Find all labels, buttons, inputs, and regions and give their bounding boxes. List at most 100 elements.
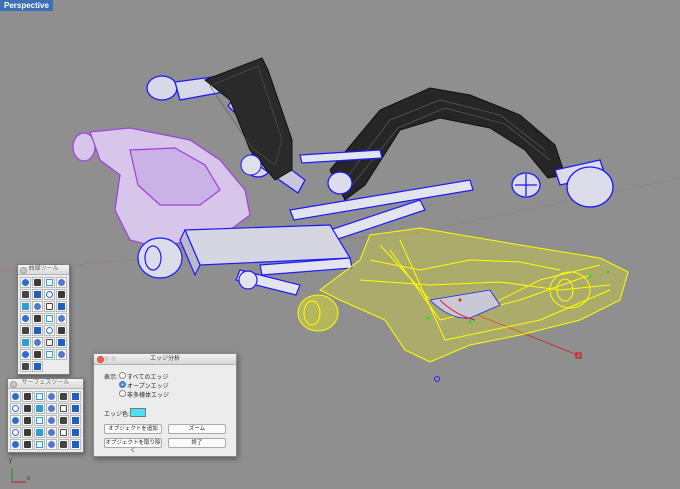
curve-glyph-icon (22, 303, 29, 310)
surface-tool-icon[interactable] (46, 391, 57, 402)
surface-tool-icon[interactable] (22, 427, 33, 438)
curve-tool-icon[interactable] (44, 289, 55, 300)
curve-tool-icon[interactable] (32, 289, 43, 300)
surface-tool-icon[interactable] (34, 439, 45, 450)
surface-tool-icon[interactable] (10, 403, 21, 414)
surface-tool-icon[interactable] (70, 403, 81, 414)
minimize-button[interactable] (104, 356, 109, 361)
curve-glyph-icon (22, 351, 29, 358)
blue-control-point (434, 376, 440, 382)
curve-tool-icon[interactable] (56, 313, 67, 324)
curve-glyph-icon (58, 291, 65, 298)
surface-tool-icon[interactable] (70, 439, 81, 450)
curve-tool-icon[interactable] (32, 361, 43, 372)
curve-tool-icon[interactable] (20, 301, 31, 312)
surface-tool-icon[interactable] (10, 415, 21, 426)
curve-tool-icon[interactable] (32, 313, 43, 324)
surface-tool-icon[interactable] (10, 427, 21, 438)
surface-tool-icon[interactable] (46, 403, 57, 414)
surface-tool-icon[interactable] (70, 391, 81, 402)
green-point (426, 316, 430, 320)
surface-tool-icon[interactable] (10, 439, 21, 450)
close-dialog-button[interactable]: 終了 (168, 438, 226, 448)
surface-tool-icon[interactable] (34, 427, 45, 438)
surface-tools-titlebar[interactable]: サーフェスツール (8, 379, 83, 389)
surface-tool-icon[interactable] (46, 439, 57, 450)
surface-tool-icon[interactable] (10, 391, 21, 402)
surface-tool-icon[interactable] (46, 427, 57, 438)
curve-tool-icon[interactable] (20, 289, 31, 300)
surface-tool-icon[interactable] (46, 415, 57, 426)
curve-glyph-icon (34, 351, 41, 358)
edge-analysis-dialog[interactable]: エッジ分析 表示: すべてのエッジ オープンエッジ 非多様体エッジ エッジ色: … (93, 353, 237, 457)
surface-glyph-icon (12, 417, 19, 424)
add-objects-button[interactable]: オブジェクトを追加 (104, 424, 162, 434)
surface-tools-palette[interactable]: サーフェスツール (7, 378, 84, 453)
curve-tool-icon[interactable] (20, 337, 31, 348)
dialog-titlebar[interactable]: エッジ分析 (94, 354, 236, 365)
radio-all-edges[interactable] (119, 372, 126, 379)
surface-tool-icon[interactable] (34, 403, 45, 414)
radio-non-manifold-edges[interactable] (119, 390, 126, 397)
curve-tool-icon[interactable] (20, 361, 31, 372)
surface-tool-icon[interactable] (58, 403, 69, 414)
surface-tool-icon[interactable] (58, 427, 69, 438)
curve-tool-icon[interactable] (32, 301, 43, 312)
curve-tool-icon[interactable] (44, 337, 55, 348)
curve-glyph-icon (34, 291, 41, 298)
curve-tools-palette[interactable]: 曲線ツール (17, 264, 70, 375)
curve-tool-icon[interactable] (56, 289, 67, 300)
surface-glyph-icon (60, 417, 67, 424)
close-icon[interactable] (20, 267, 27, 274)
curve-tool-icon[interactable] (32, 337, 43, 348)
surface-tool-icon[interactable] (58, 415, 69, 426)
surface-tool-icon[interactable] (22, 391, 33, 402)
zoom-window-button[interactable] (111, 356, 116, 361)
surface-tool-icon[interactable] (22, 415, 33, 426)
display-label: 表示: (104, 375, 118, 381)
surface-glyph-icon (48, 405, 55, 412)
surface-tool-icon[interactable] (34, 391, 45, 402)
curve-tool-icon[interactable] (32, 325, 43, 336)
curve-tool-icon[interactable] (32, 349, 43, 360)
surface-tool-icon[interactable] (70, 427, 81, 438)
option-all-edges-label[interactable]: すべてのエッジ (127, 372, 168, 381)
curve-tool-icon[interactable] (56, 337, 67, 348)
surface-glyph-icon (72, 393, 79, 400)
surface-tool-icon[interactable] (34, 415, 45, 426)
radio-open-edges[interactable] (119, 381, 126, 388)
surface-glyph-icon (24, 393, 31, 400)
curve-tool-icon[interactable] (44, 349, 55, 360)
zoom-button[interactable]: ズーム (168, 424, 226, 434)
edge-color-swatch[interactable] (130, 408, 146, 417)
curve-tool-icon[interactable] (20, 277, 31, 288)
surface-tool-icon[interactable] (58, 439, 69, 450)
option-non-manifold-label[interactable]: 非多様体エッジ (127, 390, 169, 399)
curve-glyph-icon (34, 279, 41, 286)
curve-tool-icon[interactable] (56, 301, 67, 312)
surface-tool-icon[interactable] (22, 403, 33, 414)
option-open-edges-label[interactable]: オープンエッジ (127, 381, 169, 390)
surface-glyph-icon (72, 441, 79, 448)
curve-tool-icon[interactable] (44, 277, 55, 288)
surface-glyph-icon (24, 417, 31, 424)
curve-tool-icon[interactable] (20, 313, 31, 324)
curve-tool-icon[interactable] (44, 313, 55, 324)
curve-glyph-icon (46, 339, 53, 346)
surface-tool-icon[interactable] (22, 439, 33, 450)
curve-tool-icon[interactable] (56, 325, 67, 336)
surface-tool-icon[interactable] (58, 391, 69, 402)
curve-tool-icon[interactable] (20, 349, 31, 360)
surface-glyph-icon (60, 393, 67, 400)
curve-tool-icon[interactable] (44, 301, 55, 312)
curve-tools-titlebar[interactable]: 曲線ツール (18, 265, 69, 275)
close-icon[interactable] (10, 381, 17, 388)
curve-tool-icon[interactable] (44, 325, 55, 336)
curve-tool-icon[interactable] (32, 277, 43, 288)
close-button[interactable] (97, 356, 104, 363)
surface-tool-icon[interactable] (70, 415, 81, 426)
remove-objects-button[interactable]: オブジェクトを取り除く (104, 438, 162, 454)
curve-tool-icon[interactable] (56, 277, 67, 288)
curve-tool-icon[interactable] (20, 325, 31, 336)
curve-tool-icon[interactable] (56, 349, 67, 360)
